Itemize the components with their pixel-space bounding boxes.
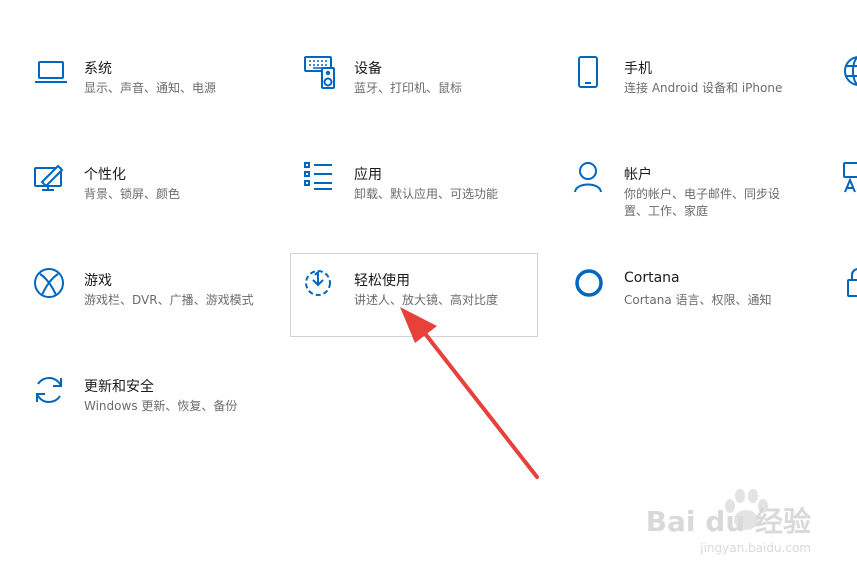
watermark-url: jingyan.baidu.com	[700, 541, 811, 555]
watermark-logo-text: Bai du 经验	[645, 505, 811, 538]
